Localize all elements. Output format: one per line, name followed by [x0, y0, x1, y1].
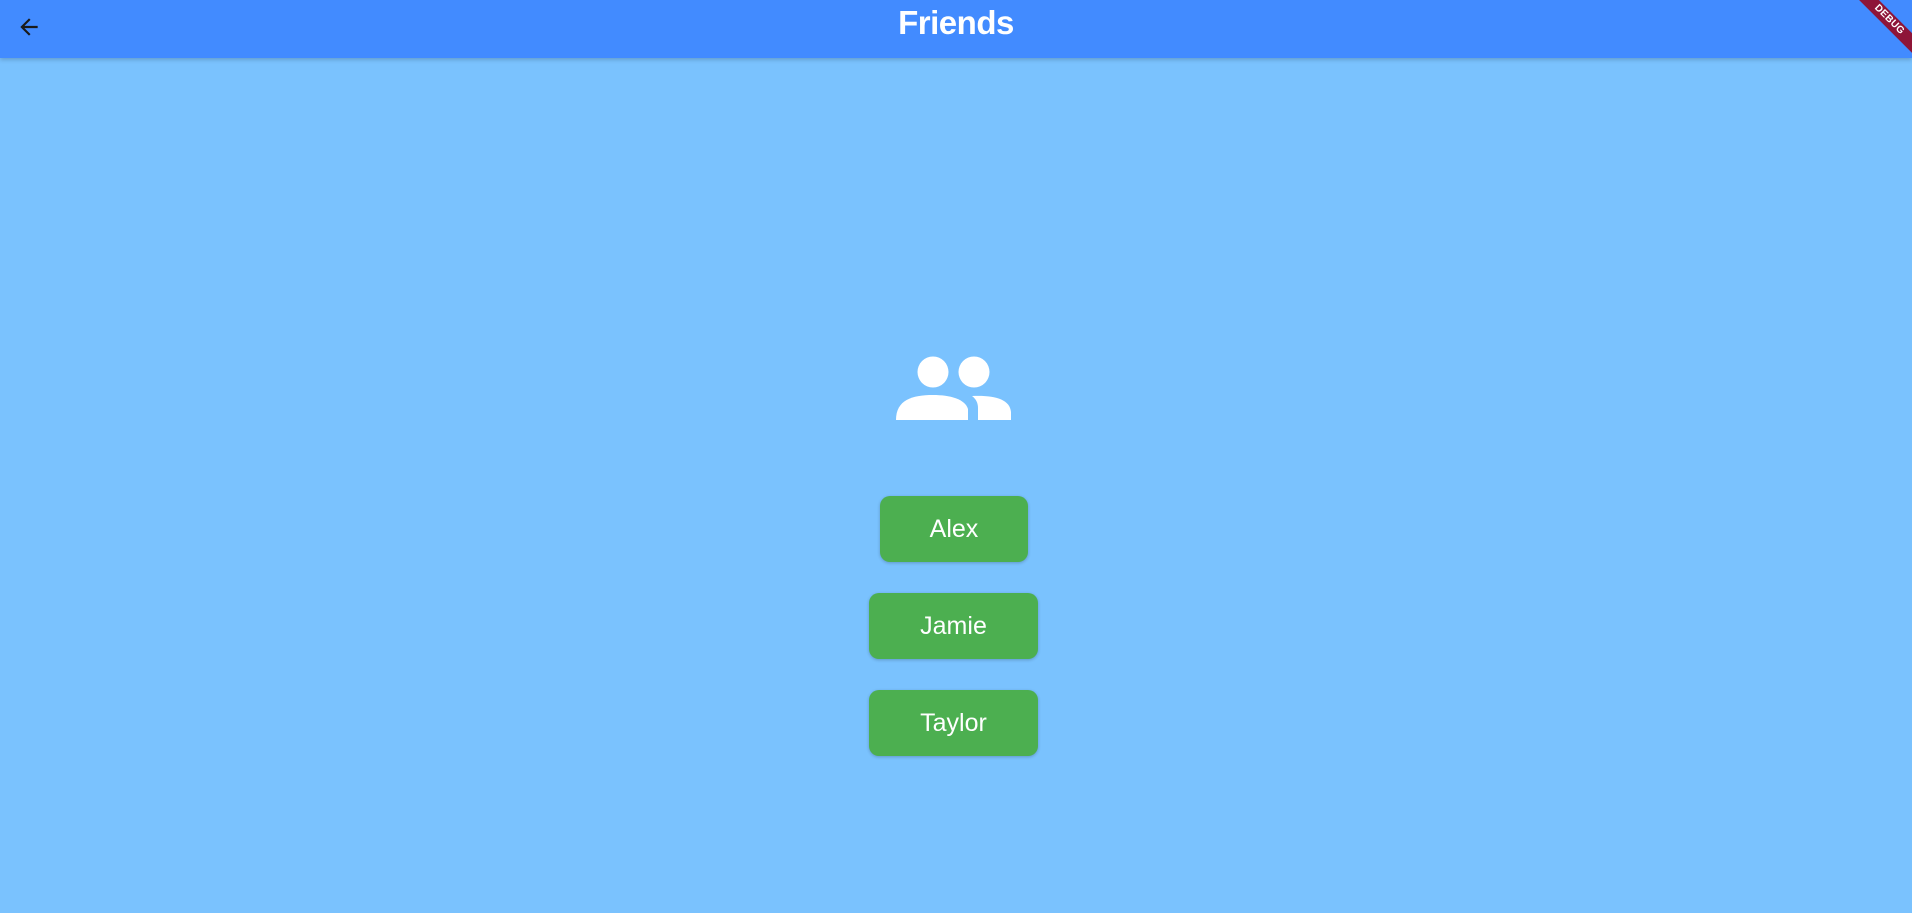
main-content: Alex Jamie Taylor: [0, 58, 1912, 913]
friend-button-jamie[interactable]: Jamie: [869, 593, 1038, 659]
debug-banner-label: DEBUG: [1852, 0, 1912, 57]
friend-button-alex[interactable]: Alex: [880, 496, 1028, 562]
friend-button-label: Alex: [929, 514, 979, 543]
friend-button-label: Taylor: [920, 708, 987, 737]
people-icon: [896, 356, 1011, 420]
app-bar: Friends DEBUG: [0, 0, 1912, 58]
page-title: Friends: [898, 4, 1014, 41]
friend-button-label: Jamie: [920, 611, 987, 640]
debug-banner: DEBUG: [1852, 0, 1912, 60]
friend-button-taylor[interactable]: Taylor: [869, 690, 1038, 756]
